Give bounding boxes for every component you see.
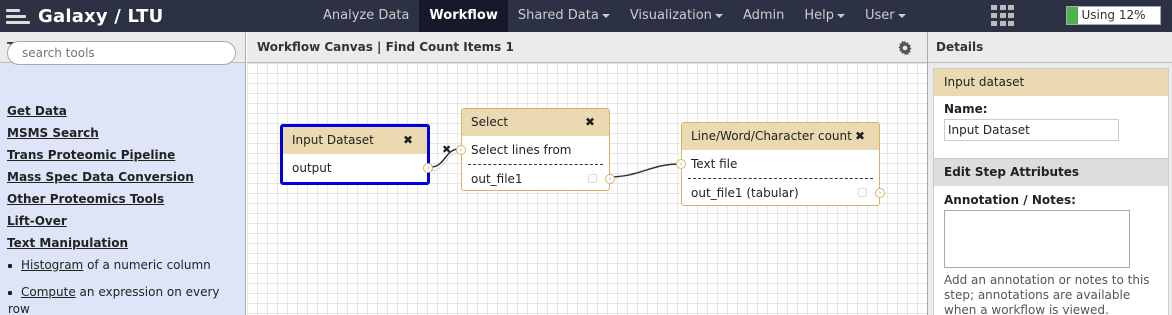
node-input-dataset[interactable]: Input Dataset ✖ output › xyxy=(280,124,433,185)
annotation-help-text: Add an annotation or notes to this step;… xyxy=(944,273,1150,315)
node-title: Select ✖ xyxy=(462,109,609,136)
tool-compute-link[interactable]: Compute xyxy=(21,285,76,299)
output-terminal[interactable]: › xyxy=(423,163,433,173)
main-nav: Analyze Data Workflow Shared Data Visual… xyxy=(313,0,916,32)
node-line-word-character-count[interactable]: Line/Word/Character count ✖ › Text file … xyxy=(676,122,885,207)
input-terminal[interactable]: › xyxy=(676,159,686,169)
tool-compute: Compute an expression on every row xyxy=(8,285,220,315)
caret-down-icon xyxy=(837,13,846,18)
section-msms-search[interactable]: MSMS Search xyxy=(7,126,99,140)
input-terminal[interactable]: › xyxy=(456,145,466,155)
nav-help[interactable]: Help xyxy=(794,0,855,32)
node-input: › Text file xyxy=(676,150,879,178)
brand-title: Galaxy / LTU xyxy=(38,5,164,27)
caret-down-icon xyxy=(897,13,906,18)
node-output: output › xyxy=(283,154,433,182)
section-trans-proteomic-pipeline[interactable]: Trans Proteomic Pipeline xyxy=(7,148,175,162)
step-attributes-title: Edit Step Attributes xyxy=(934,159,1168,186)
notes-label: Annotation / Notes: xyxy=(944,193,1076,207)
nav-shared-data[interactable]: Shared Data xyxy=(508,0,620,32)
nav-analyze-data[interactable]: Analyze Data xyxy=(313,0,419,32)
section-lift-over[interactable]: Lift-Over xyxy=(7,214,67,228)
output-terminal[interactable]: › xyxy=(605,174,615,184)
bullet-icon xyxy=(8,290,12,295)
close-icon[interactable]: ✖ xyxy=(585,109,595,136)
tool-histogram: Histogram of a numeric column xyxy=(8,257,233,274)
node-title: Line/Word/Character count ✖ xyxy=(682,123,879,150)
canvas-title: Workflow Canvas | Find Count Items 1 xyxy=(247,32,927,63)
output-toggle-icon[interactable] xyxy=(858,188,867,197)
name-label: Name: xyxy=(944,102,988,116)
name-input[interactable] xyxy=(944,119,1119,141)
tool-histogram-link[interactable]: Histogram xyxy=(21,258,83,272)
nav-user[interactable]: User xyxy=(855,0,916,32)
node-output: out_file1 (tabular) › xyxy=(682,179,885,207)
node-output: out_file1 › xyxy=(462,165,615,193)
gear-icon[interactable] xyxy=(898,41,912,55)
annotation-notes-textarea[interactable] xyxy=(944,210,1130,268)
close-icon[interactable]: ✖ xyxy=(403,127,413,154)
input-dataset-box-title: Input dataset xyxy=(934,69,1168,96)
node-select[interactable]: Select ✖ › Select lines from out_file1 › xyxy=(456,108,615,193)
delete-connection-icon[interactable]: ✖ xyxy=(442,143,451,156)
brand[interactable]: Galaxy / LTU xyxy=(6,0,163,32)
output-toggle-icon[interactable] xyxy=(588,174,597,183)
apps-grid-icon[interactable] xyxy=(991,5,1014,26)
details-panel: Details Input dataset Name: Edit Step At… xyxy=(927,32,1172,315)
section-get-data[interactable]: Get Data xyxy=(7,104,67,118)
nav-visualization[interactable]: Visualization xyxy=(620,0,733,32)
details-title: Details xyxy=(928,32,1172,63)
galaxy-logo-icon xyxy=(6,6,30,26)
section-text-manipulation[interactable]: Text Manipulation xyxy=(7,236,128,250)
masthead: Galaxy / LTU Analyze Data Workflow Share… xyxy=(0,0,1172,32)
section-mass-spec-data-conversion[interactable]: Mass Spec Data Conversion xyxy=(7,170,194,184)
output-terminal[interactable]: › xyxy=(875,188,885,198)
node-input: › Select lines from xyxy=(456,136,609,164)
node-title: Input Dataset ✖ xyxy=(283,127,427,154)
nav-workflow[interactable]: Workflow xyxy=(419,0,508,32)
close-icon[interactable]: ✖ xyxy=(855,123,865,150)
tool-search-input[interactable] xyxy=(7,41,236,65)
nav-admin[interactable]: Admin xyxy=(733,0,794,32)
quota-label: Using 12% xyxy=(1081,8,1146,22)
caret-down-icon xyxy=(714,13,723,18)
section-other-proteomics-tools[interactable]: Other Proteomics Tools xyxy=(7,192,164,206)
quota-meter: Using 12% xyxy=(1066,6,1161,25)
step-attributes-box: Edit Step Attributes Annotation / Notes:… xyxy=(933,158,1169,315)
bullet-icon xyxy=(8,263,12,268)
caret-down-icon xyxy=(601,13,610,18)
